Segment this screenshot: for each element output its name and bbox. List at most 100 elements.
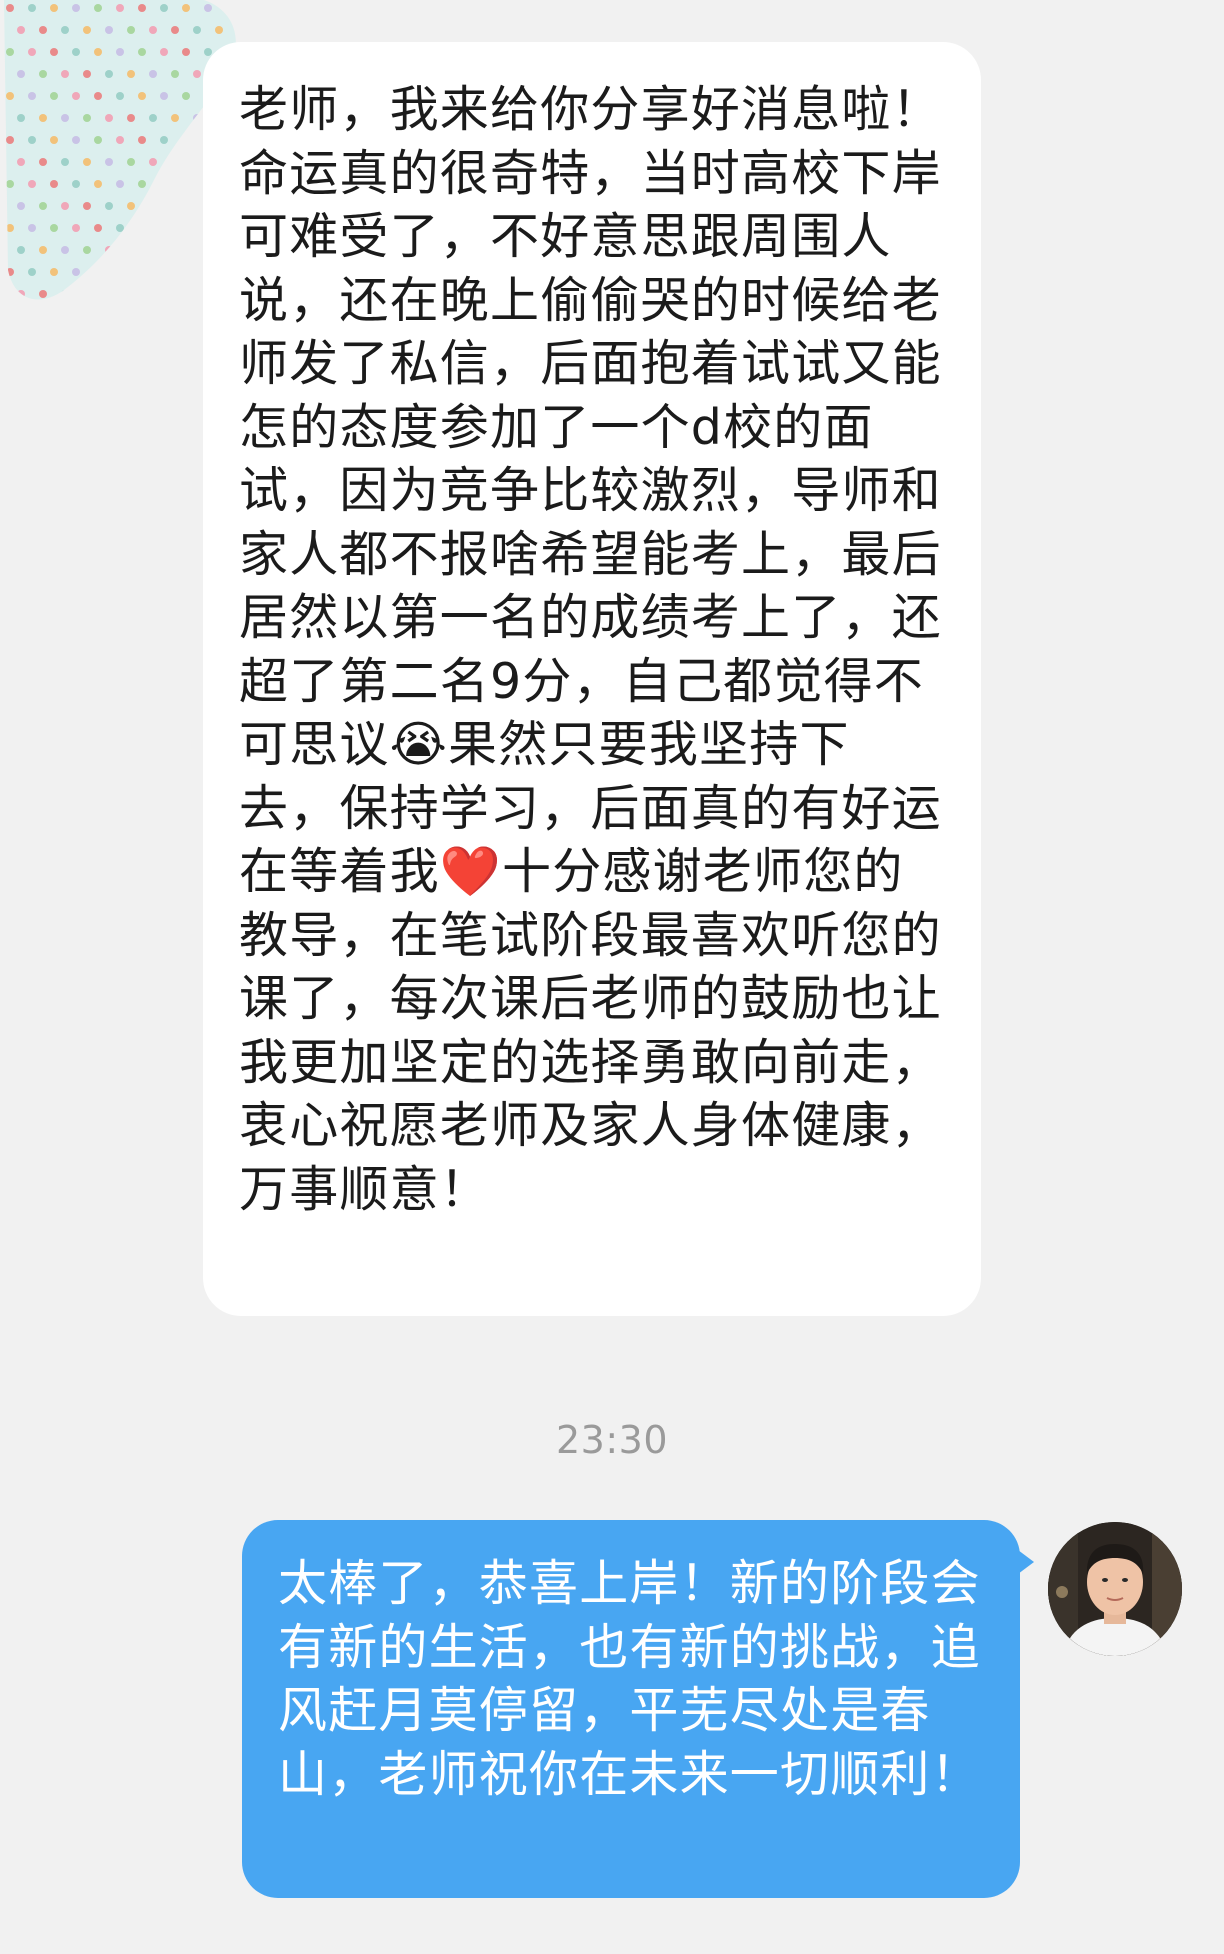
polka-dot (6, 4, 14, 12)
polka-dot (160, 180, 168, 188)
incoming-message-bubble[interactable]: 老师，我来给你分享好消息啦！命运真的很奇特，当时高校下岸可难受了，不好意思跟周围… (203, 42, 981, 1316)
polka-dot (116, 224, 124, 232)
polka-dot (193, 290, 201, 298)
polka-dot (6, 92, 14, 100)
polka-dot (94, 136, 102, 144)
polka-dot (171, 246, 179, 254)
polka-dot (61, 246, 69, 254)
polka-dot (116, 136, 124, 144)
polka-dot (28, 136, 36, 144)
polka-dot (72, 136, 80, 144)
polka-dot (94, 48, 102, 56)
polka-dot (39, 70, 47, 78)
polka-dot (17, 26, 25, 34)
polka-dot (28, 48, 36, 56)
polka-dot (127, 246, 135, 254)
polka-dot (149, 70, 157, 78)
polka-dot (83, 290, 91, 298)
polka-dot (193, 114, 201, 122)
polka-dot (160, 224, 168, 232)
polka-dot (149, 26, 157, 34)
polka-dot (6, 136, 14, 144)
polka-dot (116, 268, 124, 276)
polka-dot (28, 224, 36, 232)
polka-dot (105, 246, 113, 254)
polka-dot (39, 246, 47, 254)
polka-dot (138, 48, 146, 56)
polka-dot (61, 290, 69, 298)
polka-dot (149, 202, 157, 210)
polka-dot (105, 114, 113, 122)
polka-dot (193, 70, 201, 78)
polka-dot (83, 114, 91, 122)
polka-dot (50, 48, 58, 56)
polka-dot (50, 180, 58, 188)
polka-dot (127, 158, 135, 166)
polka-dot (149, 114, 157, 122)
polka-dot (50, 224, 58, 232)
polka-dot (105, 202, 113, 210)
polka-dot (105, 70, 113, 78)
polka-dot (94, 4, 102, 12)
polka-dot (72, 180, 80, 188)
polka-dot (94, 268, 102, 276)
polka-dot (50, 4, 58, 12)
polka-dot (182, 224, 190, 232)
user-avatar[interactable] (1048, 1522, 1182, 1656)
polka-dot (72, 4, 80, 12)
polka-dot (193, 202, 201, 210)
polka-dot (171, 158, 179, 166)
polka-dot (193, 158, 201, 166)
polka-dot (50, 268, 58, 276)
polka-dot (61, 202, 69, 210)
polka-dot (17, 202, 25, 210)
polka-dot (17, 290, 25, 298)
polka-dot (127, 26, 135, 34)
polka-dot (94, 92, 102, 100)
polka-dot (83, 26, 91, 34)
polka-dot (160, 48, 168, 56)
polka-dot (138, 92, 146, 100)
polka-dot (39, 202, 47, 210)
polka-dot (160, 92, 168, 100)
chat-conversation: 老师，我来给你分享好消息啦！命运真的很奇特，当时高校下岸可难受了，不好意思跟周围… (0, 0, 1224, 1954)
polka-dot (226, 4, 234, 12)
polka-dot (6, 224, 14, 232)
polka-dot (138, 224, 146, 232)
outgoing-message-bubble[interactable]: 太棒了，恭喜上岸！新的阶段会有新的生活，也有新的挑战，追风赶月莫停留，平芜尽处是… (242, 1520, 1034, 1898)
polka-dot (127, 290, 135, 298)
polka-dot (28, 4, 36, 12)
polka-dot (17, 246, 25, 254)
polka-dot (105, 290, 113, 298)
polka-dot (61, 26, 69, 34)
incoming-message-text: 老师，我来给你分享好消息啦！命运真的很奇特，当时高校下岸可难受了，不好意思跟周围… (239, 81, 942, 1218)
outgoing-message-text: 太棒了，恭喜上岸！新的阶段会有新的生活，也有新的挑战，追风赶月莫停留，平芜尽处是… (278, 1555, 981, 1803)
polka-dot (6, 268, 14, 276)
polka-dot (72, 92, 80, 100)
polka-dot (171, 26, 179, 34)
polka-dot (204, 4, 212, 12)
polka-dot (171, 70, 179, 78)
polka-dot (72, 224, 80, 232)
polka-dot (182, 92, 190, 100)
polka-dot (83, 202, 91, 210)
polka-dot (160, 136, 168, 144)
user-photo-image (1048, 1522, 1182, 1656)
polka-dot (6, 180, 14, 188)
polka-dot (138, 4, 146, 12)
polka-dot (83, 158, 91, 166)
polka-dot (28, 268, 36, 276)
polka-dot (127, 202, 135, 210)
polka-dot (28, 180, 36, 188)
polka-dot (39, 290, 47, 298)
polka-dot (149, 158, 157, 166)
polka-dot (72, 268, 80, 276)
message-timestamp: 23:30 (555, 1418, 668, 1462)
polka-dot (116, 92, 124, 100)
polka-dot (182, 136, 190, 144)
polka-dot (160, 268, 168, 276)
polka-dot (17, 158, 25, 166)
polka-dot (182, 180, 190, 188)
polka-dot (17, 114, 25, 122)
polka-dot (17, 70, 25, 78)
